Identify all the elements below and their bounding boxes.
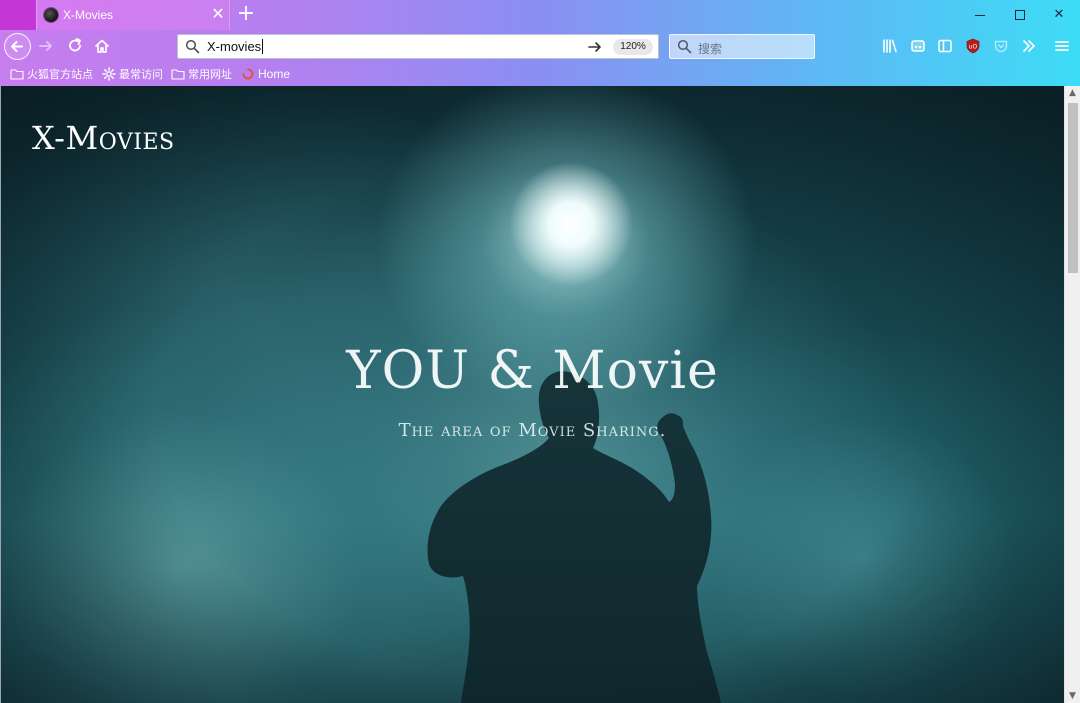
tab-strip: X-Movies ✕ + ✕ <box>0 0 1080 30</box>
site-logo[interactable]: X-Movies <box>32 119 175 157</box>
maximize-button[interactable] <box>1009 5 1031 25</box>
gear-icon <box>102 67 116 81</box>
hero-subtitle: The area of Movie Sharing. <box>398 420 667 441</box>
hamburger-menu-icon[interactable] <box>1054 38 1070 54</box>
bookmark-home[interactable]: Home <box>241 66 290 82</box>
minimize-button[interactable] <box>969 5 991 25</box>
synced-tabs-icon[interactable] <box>910 38 926 54</box>
bookmark-label: Home <box>258 67 291 81</box>
back-button[interactable] <box>4 33 31 60</box>
tab-x-movies[interactable]: X-Movies ✕ <box>36 0 230 30</box>
go-arrow-icon[interactable] <box>587 39 603 55</box>
close-window-button[interactable]: ✕ <box>1048 5 1070 25</box>
maximize-icon <box>1015 10 1025 20</box>
bookmark-common-sites[interactable]: 常用网址 <box>171 66 232 82</box>
scrollbar-thumb[interactable] <box>1068 103 1078 273</box>
reload-icon[interactable] <box>66 37 84 55</box>
hero-title: YOU & Movie <box>346 341 719 401</box>
bookmark-label: 最常访问 <box>119 68 163 81</box>
back-arrow-icon <box>11 41 23 52</box>
address-bar[interactable]: X-movies 120% <box>177 34 659 59</box>
search-icon <box>677 39 692 54</box>
minimize-icon <box>975 15 985 16</box>
search-bar[interactable]: 搜索 <box>669 34 815 59</box>
vertical-scrollbar[interactable]: ▲ ▼ <box>1064 86 1080 703</box>
address-text[interactable]: X-movies <box>207 39 264 54</box>
search-placeholder: 搜索 <box>698 42 723 56</box>
library-icon[interactable] <box>882 38 898 54</box>
bookmarks-toolbar: 火狐官方站点 最常访问 常用网址 Home <box>0 63 1080 85</box>
bookmark-most-visited[interactable]: 最常访问 <box>102 66 163 82</box>
browser-window: X-Movies ✕ + ✕ X-movies 120% 搜索 uO 火狐官方站… <box>0 0 1080 703</box>
folder-icon <box>171 69 185 80</box>
scroll-down-arrow-icon[interactable]: ▼ <box>1065 689 1080 703</box>
home-icon[interactable] <box>93 37 111 55</box>
svg-text:uO: uO <box>969 44 978 51</box>
navigation-toolbar: X-movies 120% 搜索 uO <box>0 30 1080 63</box>
bookmark-label: 火狐官方站点 <box>27 68 93 81</box>
address-value: X-movies <box>207 39 262 54</box>
zoom-level-badge[interactable]: 120% <box>613 39 653 55</box>
text-caret <box>262 39 264 54</box>
bookmark-label: 常用网址 <box>188 68 232 81</box>
search-icon <box>185 39 200 54</box>
page-content: X-Movies YOU & Movie The area of Movie S… <box>1 86 1064 703</box>
browser-chrome: X-Movies ✕ + ✕ X-movies 120% 搜索 uO 火狐官方站… <box>0 0 1080 86</box>
bookmark-firefox-official[interactable]: 火狐官方站点 <box>10 66 93 82</box>
tab-strip-spacer <box>0 0 36 30</box>
x-movies-favicon-icon <box>44 8 58 22</box>
home-favicon-icon <box>242 68 254 80</box>
tab-title: X-Movies <box>63 8 114 22</box>
new-tab-button[interactable]: + <box>234 3 258 27</box>
ublock-origin-icon[interactable]: uO <box>965 38 981 54</box>
forward-arrow-icon[interactable] <box>37 37 55 55</box>
scroll-up-arrow-icon[interactable]: ▲ <box>1065 86 1080 100</box>
pocket-icon[interactable] <box>993 38 1009 54</box>
overflow-chevron-icon[interactable] <box>1021 38 1037 54</box>
tab-close-icon[interactable]: ✕ <box>209 5 227 23</box>
sidebar-icon[interactable] <box>937 38 953 54</box>
folder-icon <box>10 69 24 80</box>
